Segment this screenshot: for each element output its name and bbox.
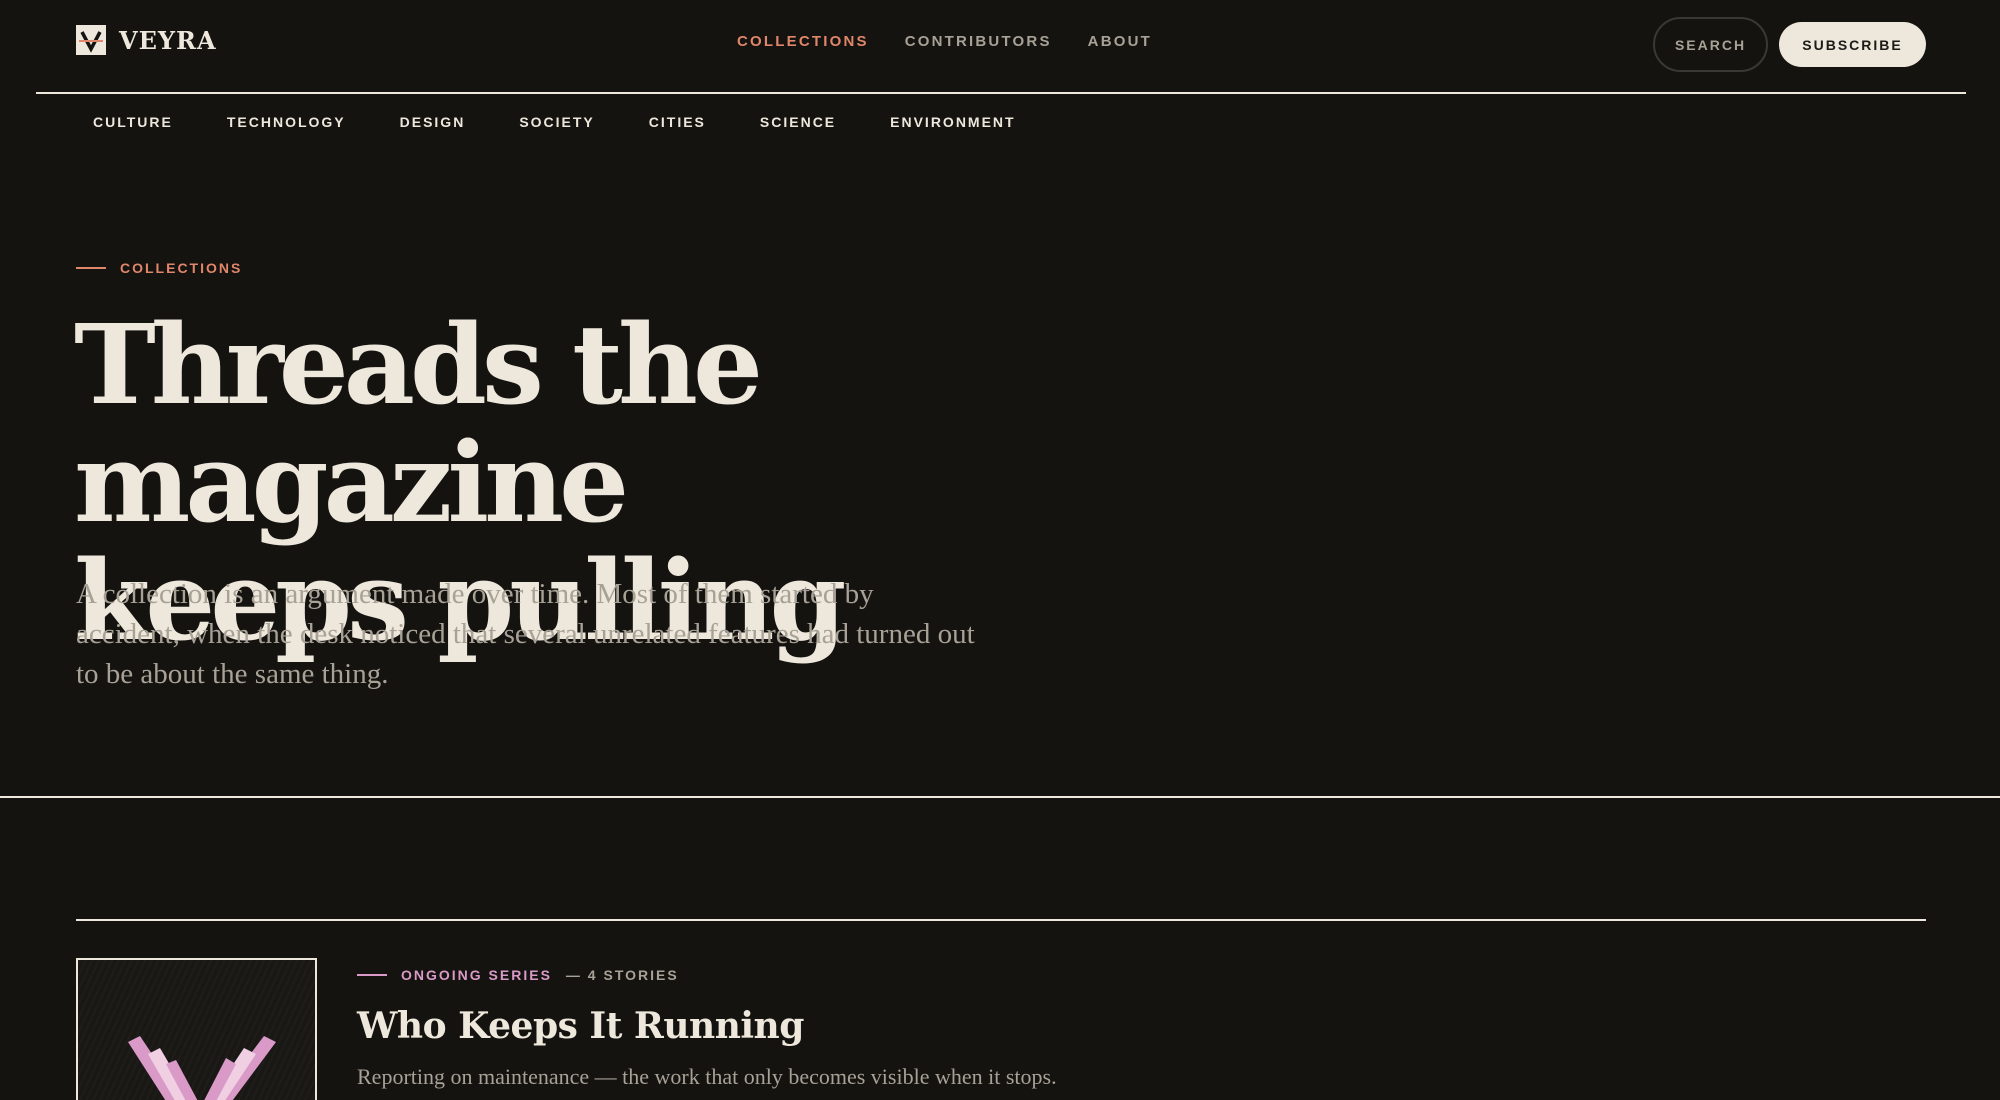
list-divider (76, 919, 1926, 921)
eyebrow-label: COLLECTIONS (120, 260, 243, 276)
category-nav: CULTURE TECHNOLOGY DESIGN SOCIETY CITIES… (93, 114, 1016, 130)
category-cities[interactable]: CITIES (649, 114, 706, 130)
collection-description: Reporting on maintenance — the work that… (357, 1064, 1057, 1089)
category-environment[interactable]: ENVIRONMENT (890, 114, 1015, 130)
v-monogram-icon (76, 25, 106, 55)
collection-kicker: ONGOING SERIES (401, 967, 552, 983)
subscribe-button[interactable]: SUBSCRIBE (1779, 22, 1926, 67)
hero-eyebrow: COLLECTIONS (76, 260, 242, 276)
nav-contributors[interactable]: CONTRIBUTORS (905, 33, 1052, 50)
eyebrow-dash (76, 267, 106, 269)
section-divider (0, 796, 2000, 798)
category-science[interactable]: SCIENCE (760, 114, 836, 130)
category-culture[interactable]: CULTURE (93, 114, 173, 130)
collection-meta: ONGOING SERIES — 4 STORIES (357, 967, 679, 983)
hero-lede: A collection is an argument made over ti… (76, 578, 975, 690)
collection-title[interactable]: Who Keeps It Running (357, 1005, 804, 1047)
main-nav: COLLECTIONS CONTRIBUTORS ABOUT (737, 33, 1152, 50)
brand-logo[interactable]: VEYRA (76, 24, 217, 56)
header-divider (36, 92, 1966, 94)
layered-v-chevron-icon (128, 1036, 276, 1100)
nav-collections[interactable]: COLLECTIONS (737, 33, 869, 50)
nav-about[interactable]: ABOUT (1088, 33, 1152, 50)
category-design[interactable]: DESIGN (400, 114, 466, 130)
collection-thumbnail[interactable] (76, 958, 317, 1100)
title-line-1: Threads the magazine (74, 300, 763, 547)
meta-dash (357, 974, 387, 976)
category-technology[interactable]: TECHNOLOGY (227, 114, 346, 130)
search-button[interactable]: SEARCH (1653, 17, 1768, 72)
top-bar: VEYRA COLLECTIONS CONTRIBUTORS ABOUT SEA… (0, 0, 2000, 92)
brand-name: VEYRA (119, 25, 217, 55)
category-society[interactable]: SOCIETY (519, 114, 594, 130)
collection-story-count: — 4 STORIES (565, 967, 679, 983)
